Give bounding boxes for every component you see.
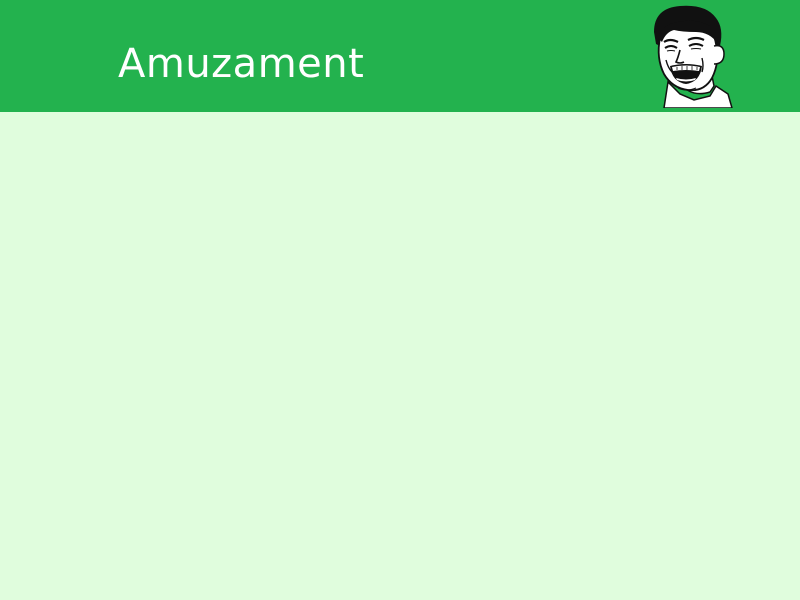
slide: Amuzament xyxy=(0,0,800,600)
header-bar: Amuzament xyxy=(0,0,800,112)
slide-content-area xyxy=(0,112,800,600)
laughing-face-icon xyxy=(654,5,733,108)
slide-title: Amuzament xyxy=(118,41,365,87)
